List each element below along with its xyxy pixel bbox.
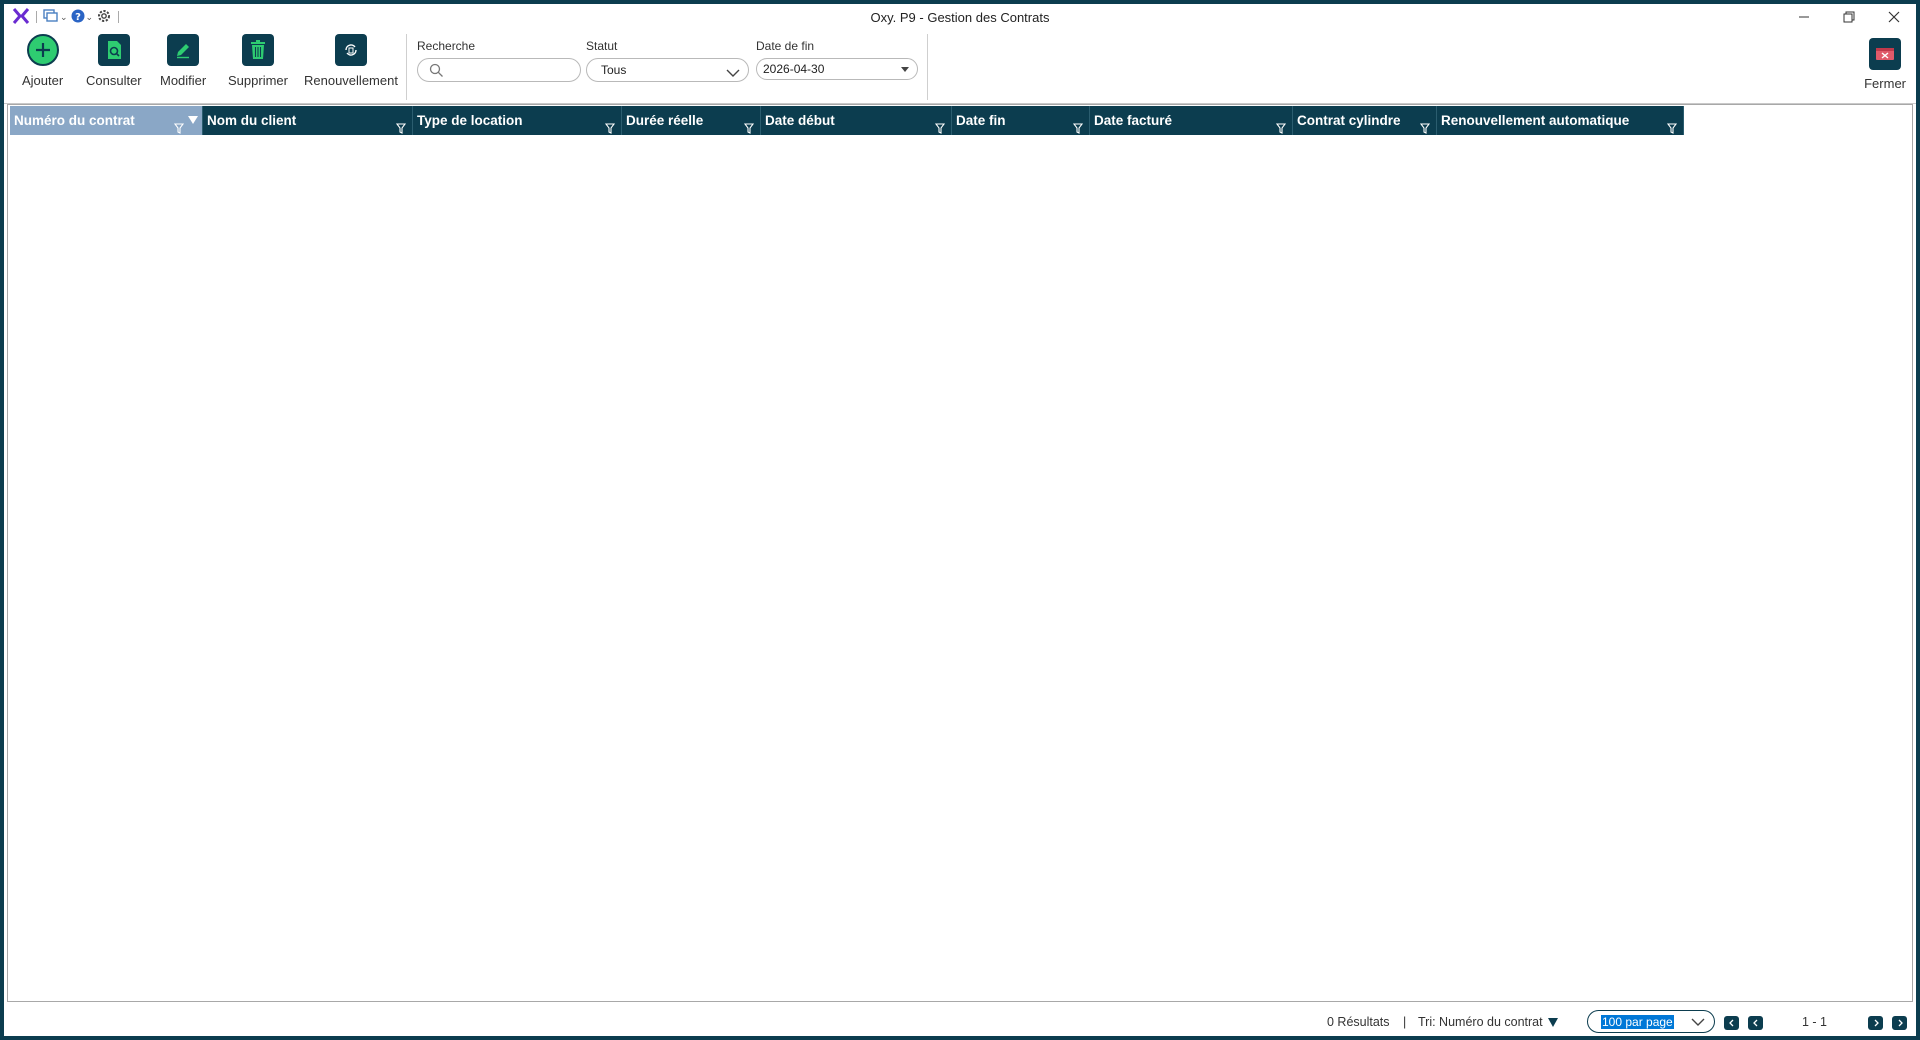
search-label: Recherche <box>417 39 476 53</box>
sort-indicator-text: Tri: Numéro du contrat <box>1418 1015 1543 1029</box>
ribbon-separator <box>406 34 407 100</box>
chevron-left-icon <box>1728 1019 1733 1027</box>
enddate-picker[interactable]: 2026-04-30 <box>756 58 918 80</box>
column-header-label: Date facturé <box>1094 113 1173 128</box>
column-header-contract-number[interactable]: Numéro du contrat <box>10 106 203 135</box>
window-title: Oxy. P9 - Gestion des Contrats <box>870 10 1050 25</box>
column-header-label: Durée réelle <box>626 113 704 128</box>
column-header-label: Type de location <box>417 113 523 128</box>
edit-button-label: Modifier <box>160 73 207 88</box>
search-input[interactable] <box>417 58 581 82</box>
close-button[interactable]: Fermer <box>1864 38 1906 91</box>
delete-button-label: Supprimer <box>228 73 288 88</box>
column-header-actual-duration[interactable]: Durée réelle <box>622 106 761 135</box>
ribbon-separator <box>927 34 928 100</box>
help-icon[interactable]: ? <box>71 9 85 26</box>
status-label: Statut <box>586 39 618 53</box>
column-header-end-date[interactable]: Date fin <box>952 106 1090 135</box>
search-icon <box>429 63 444 81</box>
delete-button[interactable]: Supprimer <box>228 34 288 88</box>
previous-page-button[interactable] <box>1748 1016 1763 1030</box>
first-page-button[interactable] <box>1724 1016 1739 1030</box>
pencil-icon <box>167 34 200 66</box>
chevron-down-icon <box>726 64 740 86</box>
edit-button[interactable]: Modifier <box>160 34 206 88</box>
column-header-client-name[interactable]: Nom du client <box>203 106 413 135</box>
app-logo-icon[interactable] <box>12 7 30 27</box>
sort-desc-icon[interactable] <box>188 116 198 124</box>
renew-button-label: Renouvellement <box>304 73 398 88</box>
add-button[interactable]: Ajouter <box>22 34 63 88</box>
document-search-icon <box>97 34 130 66</box>
view-button-label: Consulter <box>86 73 142 88</box>
chevron-right-icon <box>1874 1019 1879 1027</box>
next-page-button[interactable] <box>1868 1016 1883 1030</box>
filter-icon[interactable] <box>1419 115 1431 144</box>
dropdown-arrow-icon[interactable] <box>901 67 909 72</box>
chevron-right-icon <box>1898 1019 1903 1027</box>
column-header-start-date[interactable]: Date début <box>761 106 952 135</box>
plus-icon <box>26 34 59 66</box>
title-bar: ⌄ ? ⌄ Oxy. P9 - Gestion des Contrats <box>4 4 1916 30</box>
quick-access-toolbar: ⌄ ? ⌄ <box>4 7 122 27</box>
grid-header: Numéro du contrat Nom du client Type de … <box>10 106 1684 135</box>
window-controls <box>1781 4 1916 30</box>
column-header-auto-renewal[interactable]: Renouvellement automatique <box>1437 106 1684 135</box>
chevron-left-icon <box>1752 1019 1757 1027</box>
view-button[interactable]: Consulter <box>86 34 142 88</box>
add-button-label: Ajouter <box>22 73 64 88</box>
app-window: ⌄ ? ⌄ Oxy. P9 - Gestion des Contrats Ajo… <box>0 0 1920 1040</box>
filter-icon[interactable] <box>1666 115 1678 144</box>
column-header-label: Contrat cylindre <box>1297 113 1401 128</box>
filter-icon[interactable] <box>934 115 946 144</box>
gear-icon[interactable] <box>96 8 112 27</box>
column-header-label: Date fin <box>956 113 1006 128</box>
chevron-down-icon <box>1691 1016 1705 1031</box>
ribbon-toolbar: Ajouter Consulter Modifier Supprimer Ren… <box>4 30 1916 104</box>
column-header-label: Date début <box>765 113 835 128</box>
minimize-button[interactable] <box>1781 4 1826 30</box>
filter-icon[interactable] <box>743 115 755 144</box>
renew-button[interactable]: Renouvellement <box>304 34 398 88</box>
renew-icon <box>334 34 367 66</box>
svg-text:?: ? <box>75 12 81 23</box>
filter-icon[interactable] <box>604 115 616 144</box>
page-size-select[interactable]: 100 par page <box>1587 1010 1715 1033</box>
page-range: 1 - 1 <box>1802 1015 1828 1029</box>
qa-separator <box>118 11 120 23</box>
help-chevron-down-icon[interactable]: ⌄ <box>86 12 94 23</box>
sort-indicator[interactable]: Tri: Numéro du contrat <box>1418 1015 1558 1029</box>
close-window-button[interactable] <box>1871 4 1916 30</box>
close-button-label: Fermer <box>1864 76 1906 91</box>
windows-chevron-down-icon[interactable]: ⌄ <box>60 12 68 23</box>
column-header-billed-date[interactable]: Date facturé <box>1090 106 1293 135</box>
filter-icon[interactable] <box>1275 115 1287 144</box>
status-bar: 0 Résultats | Tri: Numéro du contrat 100… <box>7 1005 1913 1038</box>
exit-icon <box>1869 38 1902 70</box>
column-header-label: Numéro du contrat <box>14 113 135 128</box>
filter-icon[interactable] <box>173 115 185 144</box>
column-header-rental-type[interactable]: Type de location <box>413 106 622 135</box>
windows-icon[interactable] <box>43 8 59 26</box>
filter-icon[interactable] <box>395 115 407 144</box>
results-count: 0 Résultats <box>1327 1015 1390 1029</box>
column-header-cylinder-contract[interactable]: Contrat cylindre <box>1293 106 1437 135</box>
filter-icon[interactable] <box>1072 115 1084 144</box>
enddate-label: Date de fin <box>756 39 815 53</box>
contracts-grid[interactable]: Numéro du contrat Nom du client Type de … <box>7 104 1913 1002</box>
trash-icon <box>241 34 274 66</box>
qa-separator <box>36 11 37 23</box>
status-select[interactable]: Tous <box>586 58 749 82</box>
status-separator: | <box>1403 1015 1407 1029</box>
last-page-button[interactable] <box>1892 1016 1907 1030</box>
restore-button[interactable] <box>1826 4 1871 30</box>
page-size-value: 100 par page <box>1601 1015 1674 1029</box>
status-select-value: Tous <box>601 63 627 77</box>
column-header-label: Nom du client <box>207 113 297 128</box>
sort-desc-icon <box>1547 1018 1558 1027</box>
enddate-value: 2026-04-30 <box>763 62 825 76</box>
column-header-label: Renouvellement automatique <box>1441 113 1630 128</box>
